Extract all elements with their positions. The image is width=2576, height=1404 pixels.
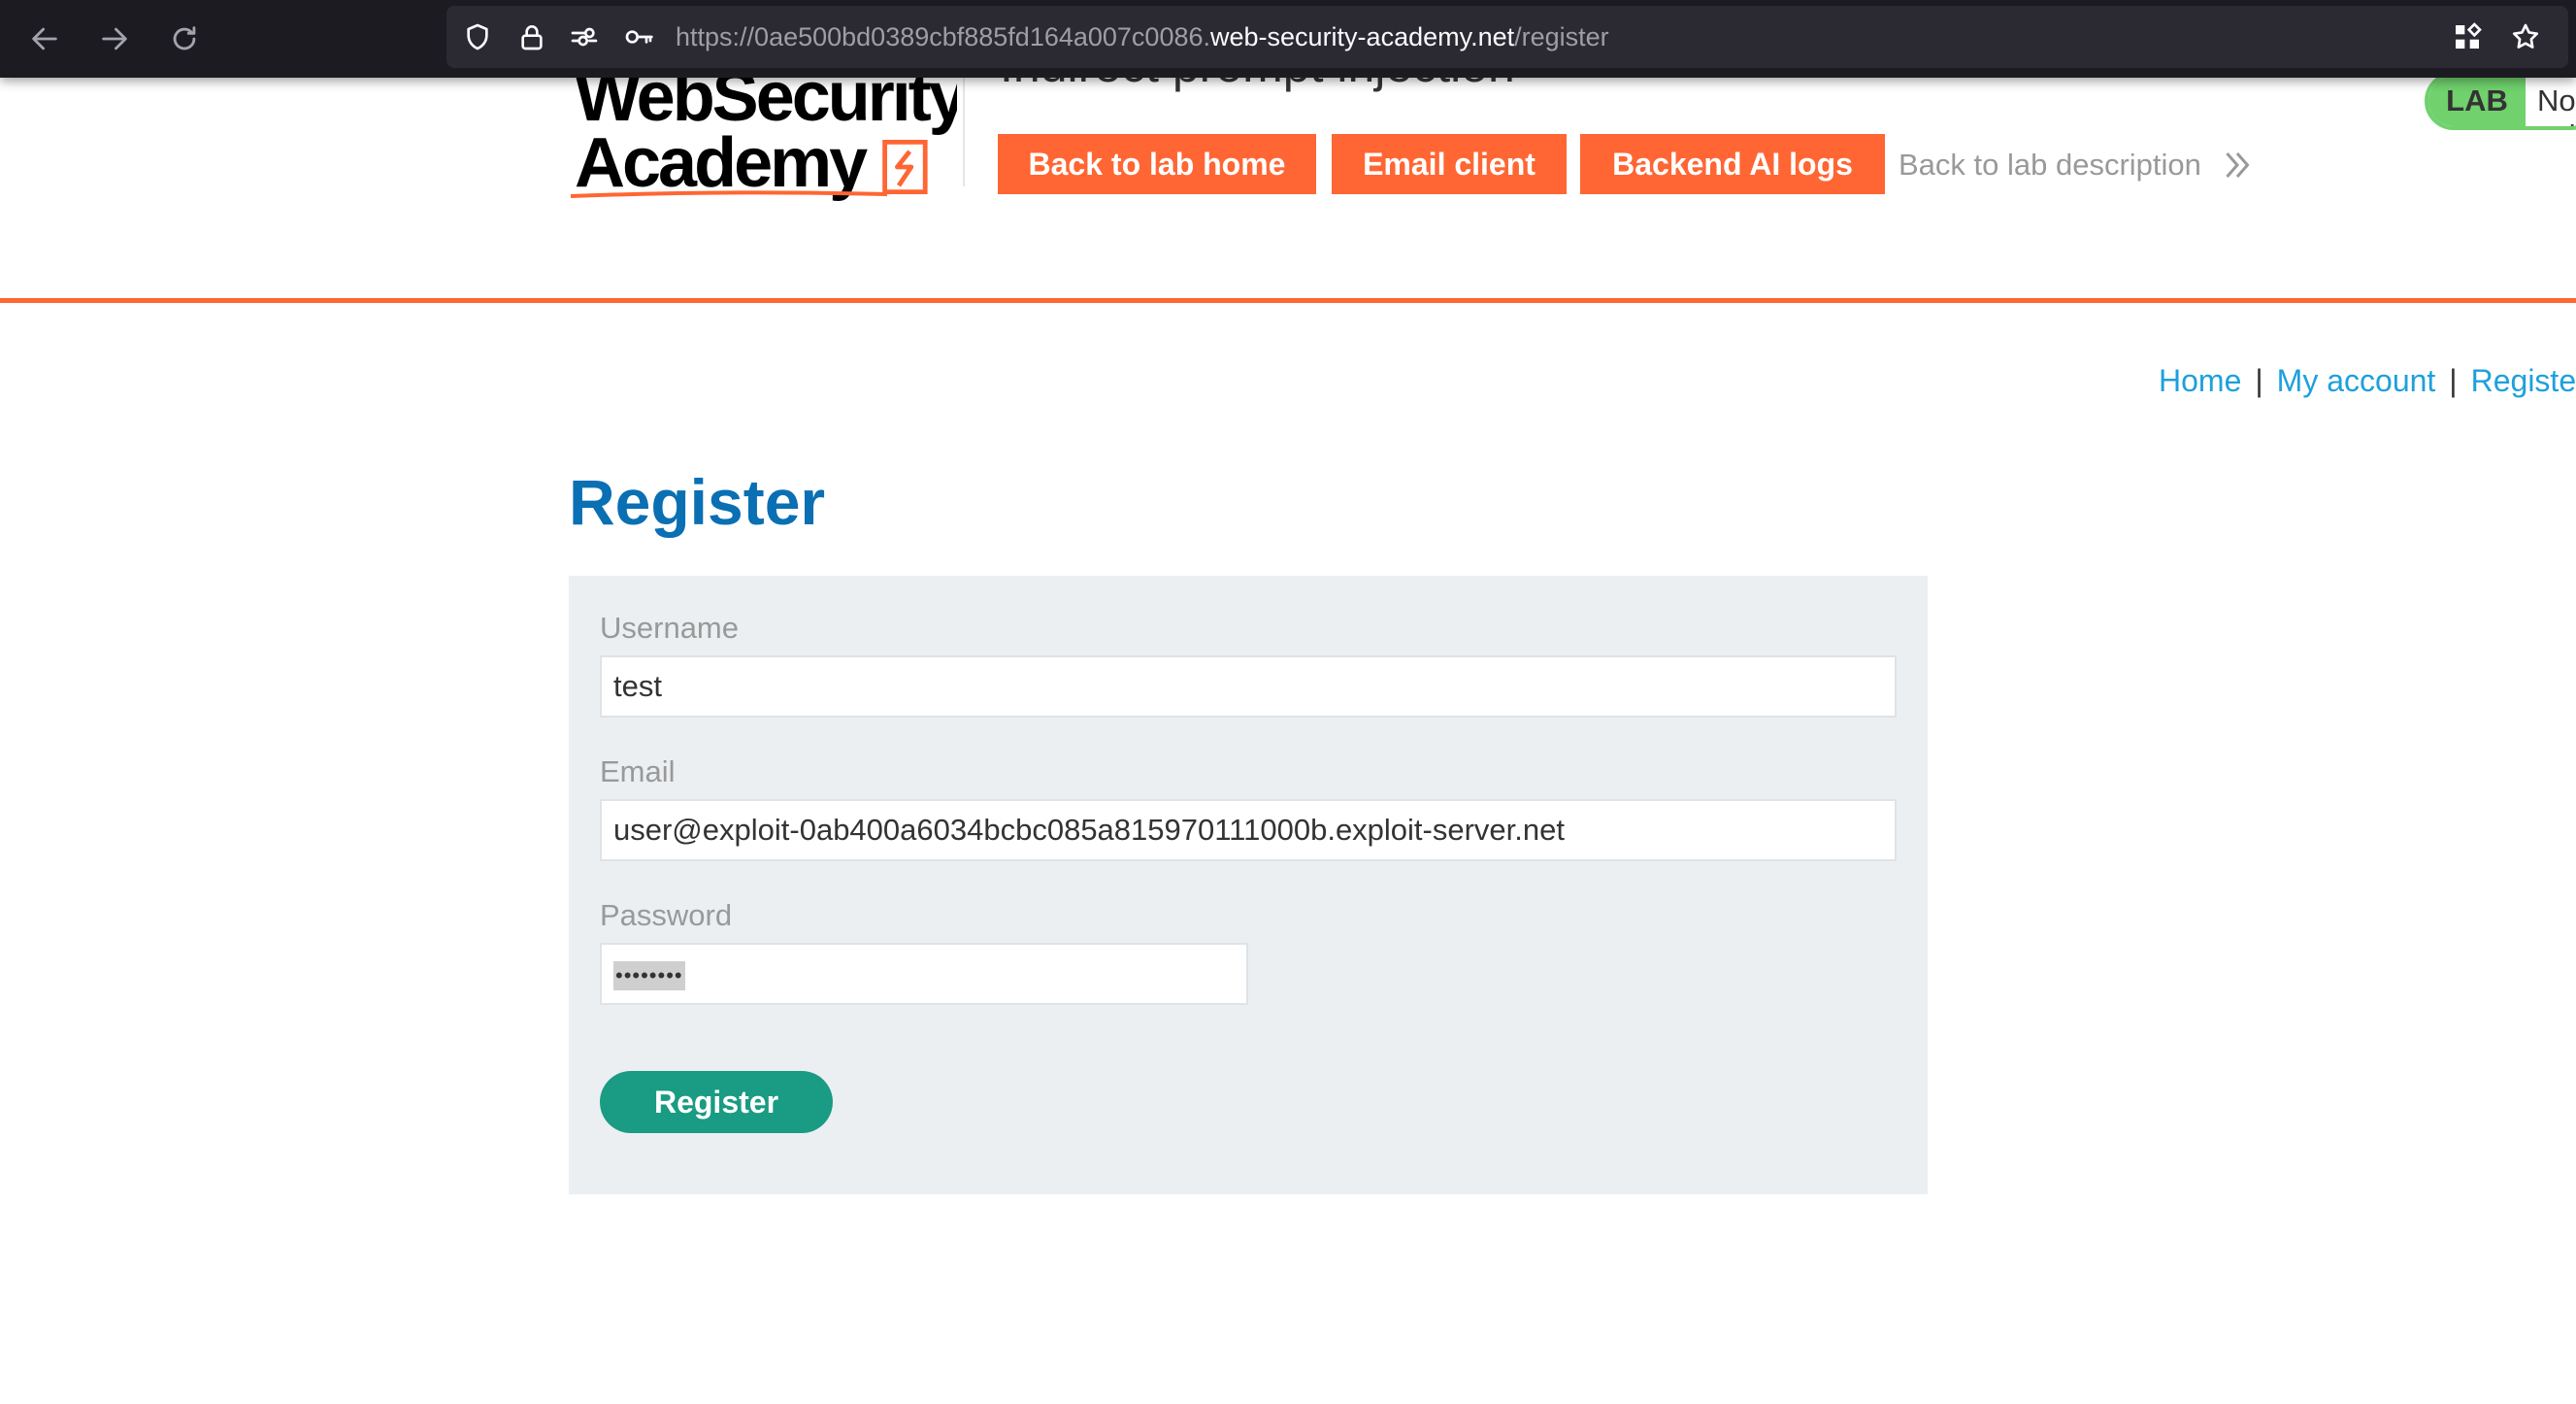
reload-icon[interactable] (159, 14, 210, 64)
url-path: /register (1514, 22, 1609, 51)
back-to-lab-home-button[interactable]: Back to lab home (998, 134, 1316, 194)
key-icon[interactable] (621, 19, 656, 54)
page-title: Register (569, 466, 826, 538)
password-input[interactable]: •••••••• (600, 943, 1248, 1005)
extensions-grid-icon[interactable] (2450, 19, 2485, 54)
header-divider (963, 78, 965, 186)
password-mask: •••••••• (613, 960, 685, 990)
back-icon[interactable] (19, 14, 70, 64)
url-subdomain: 0ae500bd0389cbf885fd164a007c0086. (754, 22, 1211, 51)
register-link[interactable]: Register (2471, 363, 2576, 398)
backend-ai-logs-button[interactable]: Backend AI logs (1580, 134, 1885, 194)
address-bar[interactable]: https://0ae500bd0389cbf885fd164a007c0086… (446, 6, 2568, 68)
register-form: Username test Email user@exploit-0ab400a… (569, 576, 1928, 1194)
back-to-lab-description-link[interactable]: Back to lab description (1899, 142, 2201, 188)
lab-status-widget: LAB Not solved (2425, 72, 2576, 130)
lab-status-text: Not solved (2537, 84, 2576, 126)
password-label: Password (600, 898, 733, 932)
tracking-protection-shield-icon[interactable] (460, 19, 495, 54)
my-account-link[interactable]: My account (2277, 363, 2436, 398)
url-domain: web-security-academy.net (1210, 22, 1515, 51)
nav-separator: | (2255, 363, 2263, 398)
lab-badge: LAB (2428, 76, 2526, 126)
double-chevron-right-icon[interactable] (2223, 148, 2252, 183)
forward-icon[interactable] (89, 14, 140, 64)
top-nav: Home | My account | Register (2159, 359, 2576, 402)
email-label: Email (600, 754, 676, 788)
permissions-icon[interactable] (567, 19, 602, 54)
username-input[interactable]: test (600, 655, 1897, 718)
home-link[interactable]: Home (2159, 363, 2241, 398)
email-input[interactable]: user@exploit-0ab400a6034bcbc085a81597011… (600, 799, 1897, 861)
register-submit-button[interactable]: Register (600, 1071, 833, 1133)
bookmark-star-icon[interactable] (2508, 19, 2543, 54)
header-separator (0, 298, 2576, 303)
browser-toolbar: https://0ae500bd0389cbf885fd164a007c0086… (0, 0, 2576, 78)
email-client-button[interactable]: Email client (1332, 134, 1567, 194)
url-scheme: https:// (676, 22, 755, 51)
url-text[interactable]: https://0ae500bd0389cbf885fd164a007c0086… (676, 19, 1609, 54)
lock-icon[interactable] (514, 19, 549, 54)
nav-separator: | (2449, 363, 2458, 398)
logo-underline-icon (570, 190, 888, 198)
web-security-academy-logo[interactable]: WebSecurity Academy (569, 58, 957, 204)
username-label: Username (600, 611, 739, 645)
